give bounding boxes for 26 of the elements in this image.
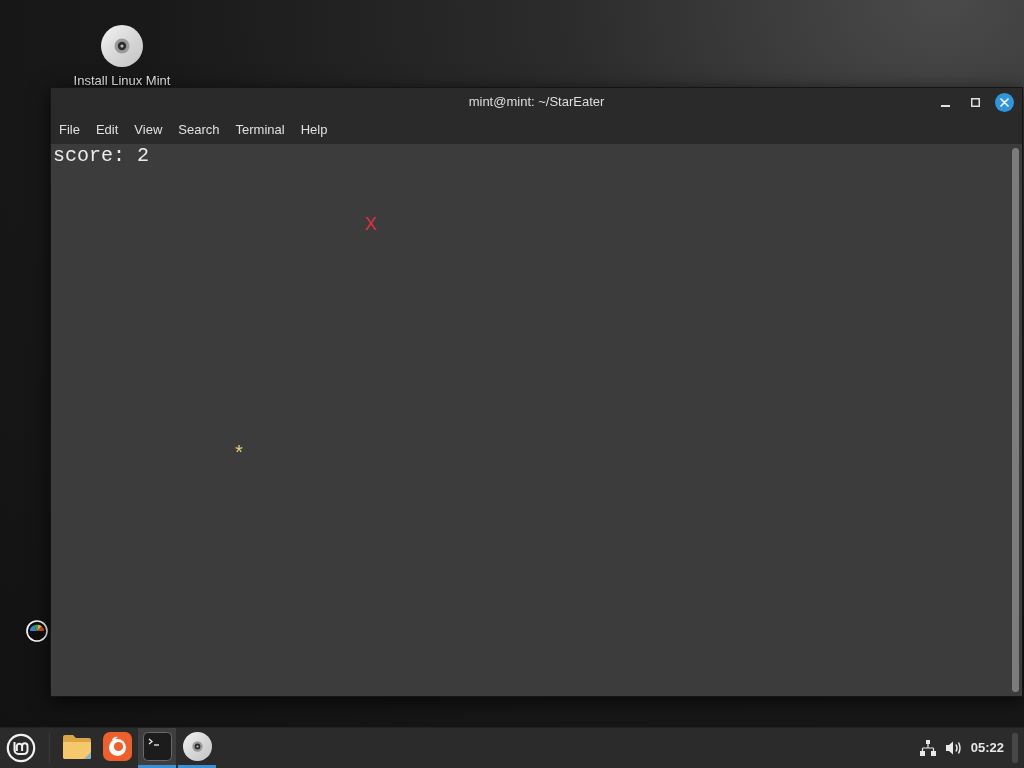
close-icon (1000, 97, 1009, 107)
minimize-icon (940, 104, 950, 107)
menu-item[interactable]: Search (170, 116, 228, 144)
scrollbar-thumb[interactable] (1012, 148, 1019, 692)
network-icon[interactable] (919, 740, 936, 756)
close-button[interactable] (995, 92, 1014, 112)
folder-icon (62, 733, 92, 760)
disc-icon (182, 732, 212, 761)
clock-text[interactable]: 05:22 (970, 738, 1004, 758)
maximize-icon (970, 97, 980, 107)
terminal-text: score: 2 (53, 144, 149, 167)
menu-logo-icon (6, 733, 36, 763)
window-title: mint@mint: ~/StarEater (468, 93, 605, 112)
volume-icon[interactable] (945, 740, 963, 756)
game-sprite: * (233, 443, 245, 466)
terminal-icon (142, 732, 172, 761)
desktop-shortcut[interactable]: Install Linux Mint (62, 25, 182, 89)
swirl-icon (102, 732, 132, 761)
menu-button[interactable] (5, 732, 37, 764)
menu-item[interactable]: Help (292, 116, 336, 144)
game-sprite: X (365, 213, 377, 236)
menu-item[interactable]: Edit (87, 116, 127, 144)
menu-item[interactable]: File (51, 116, 88, 144)
menu-item[interactable]: View (126, 116, 171, 144)
menu-item[interactable]: Terminal (227, 116, 293, 144)
disc-icon (101, 25, 143, 67)
